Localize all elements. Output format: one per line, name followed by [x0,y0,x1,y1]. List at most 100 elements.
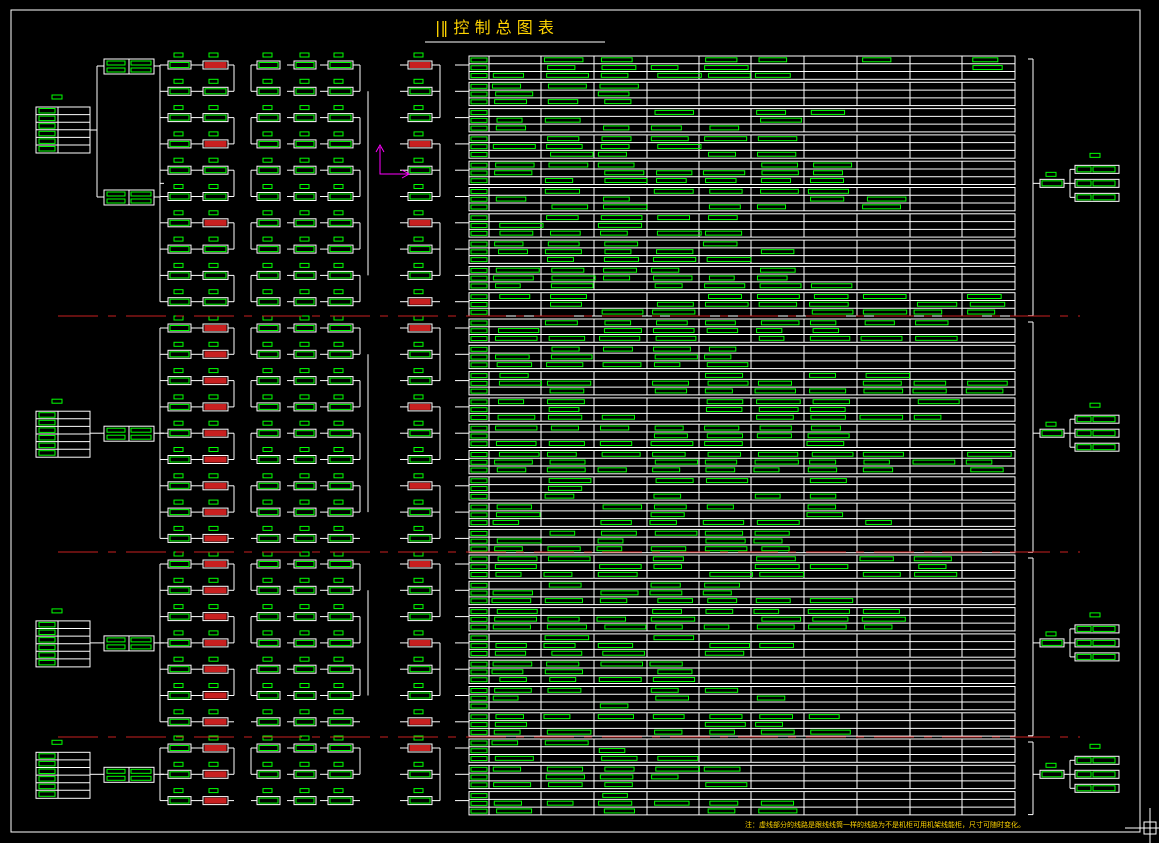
output-tag [413,630,424,636]
output-inner [409,62,431,68]
grid-id-cell [470,230,488,236]
relay-inner [295,325,315,331]
grid-id-cell [470,320,488,326]
breaker-b-inner [204,140,227,147]
relay-inner [295,351,315,358]
grid-content-cell [756,204,787,210]
output-tag [413,368,424,374]
relay-tag [299,315,310,321]
meter-inner [329,613,352,620]
relay-tag [299,131,310,137]
breaker-a-tag [173,341,184,347]
breaker-a-tag [173,473,184,479]
contactor-inner [258,509,279,516]
contactor-tag [262,447,273,452]
grid-content-cell [603,125,630,131]
grid-content-cell [545,774,585,780]
meter-tag [333,788,344,794]
grid-id-cell [470,556,488,562]
grid-content-cell [703,766,741,772]
row-c-5 [160,656,1016,685]
breaker-b-inner [204,246,227,253]
grid-content-cell [656,301,694,307]
grid-content-cell [494,459,533,465]
distribution-cell [106,67,126,73]
grid-id-cell [470,354,488,360]
output-cell [1092,416,1116,423]
grid-content-cell [495,642,527,648]
breaker-b-tag [208,78,219,84]
grid-content-cell [604,320,632,326]
grid-content-cell [913,414,942,420]
grid-content-cell [546,766,584,772]
table-cell [38,138,56,144]
output-tag [413,447,424,452]
output-inner [409,219,431,226]
grid-content-cell [597,222,643,228]
relay-inner [295,639,315,646]
grid-content-cell [544,178,574,184]
row-a-1 [160,52,1016,80]
grid-content-cell [656,320,688,326]
relay-tag [299,210,310,216]
grid-content-cell [760,249,795,255]
grid-id-cell [470,204,488,210]
relay-inner [295,482,315,489]
grid-row [468,265,1016,291]
breaker-b-tag [208,262,219,268]
grid-content-cell [865,519,892,525]
grid-content-cell [652,556,684,562]
meter-tag [333,289,344,295]
table-cell [38,419,56,426]
grid-content-cell [757,136,798,142]
grid-content-cell [494,564,537,570]
breaker-a-inner [169,771,190,778]
grid-content-cell [546,661,580,667]
contactor-inner [258,325,279,331]
grid-id-cell [470,380,488,386]
grid-id-cell [470,257,488,263]
output-cell [1076,194,1092,201]
grid-content-cell [494,241,524,247]
grid-content-cell [758,57,788,63]
grid-content-cell [656,178,687,184]
output-tag [413,394,424,400]
contactor-inner [258,272,279,279]
grid-content-cell [548,441,585,447]
breaker-b-inner [204,219,227,226]
output-tag [413,157,424,163]
table-cell [38,130,56,137]
breaker-b-tag [208,210,219,216]
breaker-b-inner [204,272,227,279]
breaker-b-tag [208,709,219,715]
contactor-tag [262,499,273,505]
breaker-b-inner [204,62,227,68]
breaker-b-tag [208,394,219,400]
grid-id-cell [470,572,488,578]
meter-inner [329,561,352,567]
grid-content-cell [656,170,693,176]
grid-content-cell [657,755,699,761]
grid-content-cell [499,294,531,299]
contactor-inner [258,692,279,699]
grid-content-cell [705,320,736,326]
breaker-a-tag [173,656,184,662]
grid-content-cell [809,459,837,465]
output-tag [413,341,424,347]
grid-content-cell [547,241,580,247]
contactor-inner [258,482,279,489]
grid-content-cell [972,57,999,63]
grid-content-cell [861,616,906,622]
breaker-a-inner [169,430,190,437]
meter-inner [329,219,352,226]
grid-row [468,476,1016,501]
grid-content-cell [547,256,574,262]
grid-id-cell [470,774,488,780]
grid-content-cell [497,556,538,562]
grid-content-cell [603,275,631,281]
grid-content-cell [703,624,730,630]
contactor-tag [262,78,273,84]
relay-tag [299,52,310,58]
grid-content-cell [653,504,687,510]
grid-content-cell [495,196,527,202]
